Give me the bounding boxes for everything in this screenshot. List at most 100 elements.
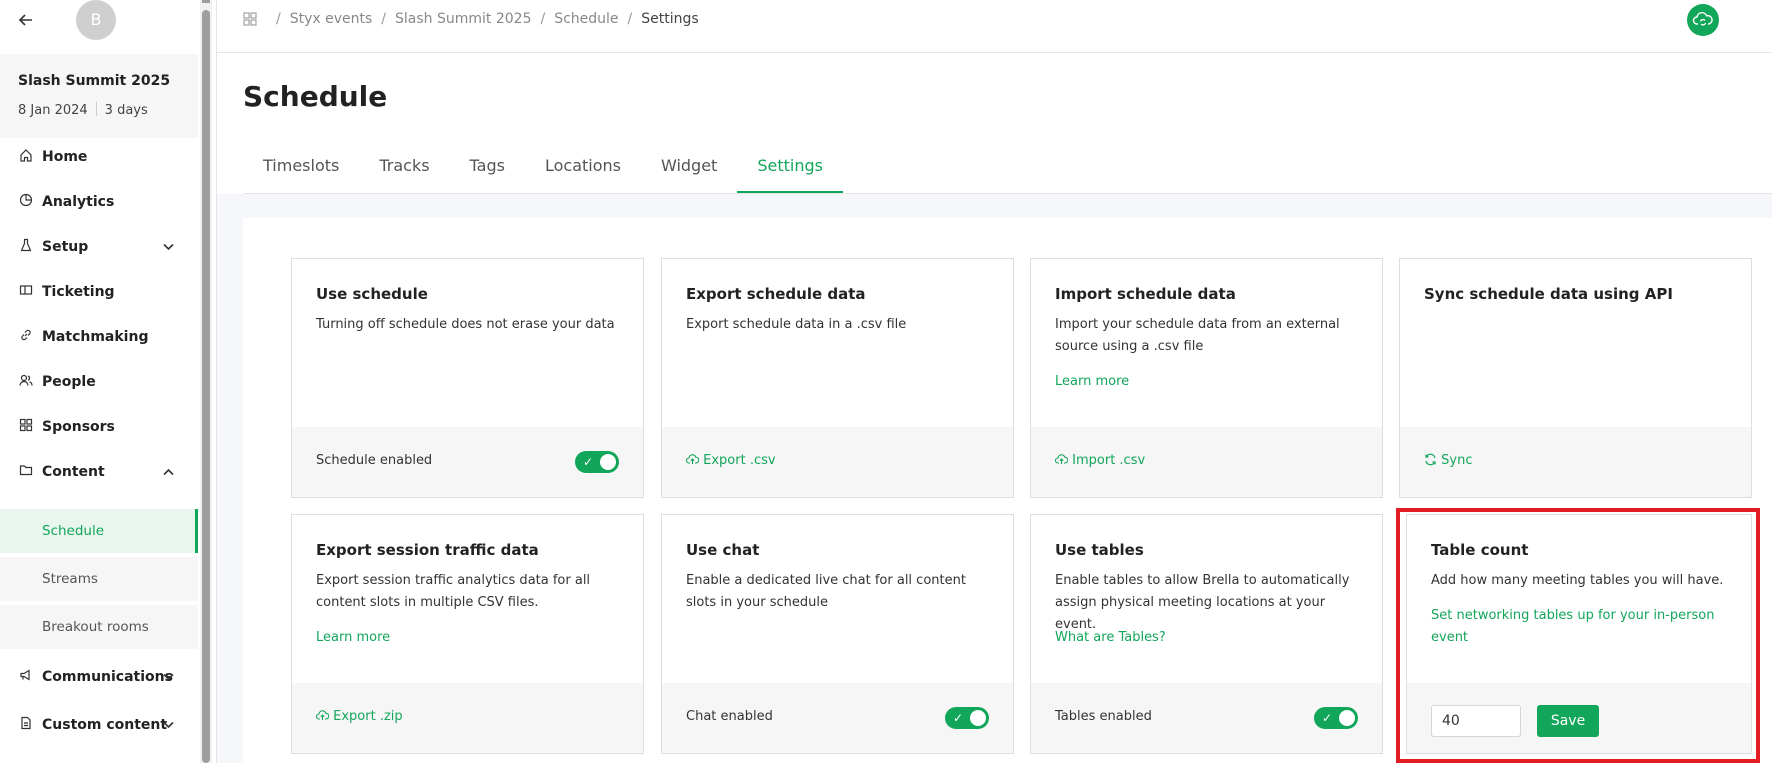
flask-icon (18, 238, 34, 256)
sidebar-item-label: Content (42, 464, 105, 480)
sidebar-scrollbar[interactable] (200, 0, 212, 763)
toggle-knob (1339, 710, 1355, 726)
card-description: Import your schedule data from an extern… (1055, 317, 1340, 354)
save-button[interactable]: Save (1537, 705, 1599, 737)
card-import-schedule: Import schedule data Import your schedul… (1030, 258, 1383, 498)
avatar[interactable]: B (76, 0, 116, 40)
breadcrumb-item[interactable]: Slash Summit 2025 (395, 11, 531, 27)
chevron-down-icon[interactable] (163, 719, 174, 732)
cloud-upload-icon (1054, 453, 1069, 468)
sidebar-item-custom-content[interactable]: Custom content (0, 703, 198, 747)
card-footer: Export .csv (662, 427, 1013, 497)
sync-link[interactable]: Sync (1424, 453, 1472, 468)
scroll-up-arrow[interactable] (202, 0, 210, 3)
chevron-down-icon[interactable] (163, 671, 174, 684)
table-count-input[interactable] (1431, 705, 1521, 737)
breadcrumb-item[interactable]: Schedule (554, 11, 618, 27)
sidebar-item-ticketing[interactable]: Ticketing (0, 270, 198, 314)
document-icon (18, 716, 34, 734)
chevron-down-icon[interactable] (163, 241, 174, 254)
card-use-chat: Use chat Enable a dedicated live chat fo… (661, 514, 1014, 754)
card-table-count: Table count Add how many meeting tables … (1406, 514, 1752, 754)
sidebar-item-label: Analytics (42, 194, 115, 210)
sidebar-item-label: Setup (42, 239, 89, 255)
link-label: Sync (1441, 453, 1473, 468)
sidebar-item-sponsors[interactable]: Sponsors (0, 405, 198, 449)
schedule-enabled-toggle[interactable]: ✓ (575, 451, 619, 473)
chevron-up-icon[interactable] (163, 466, 174, 479)
sidebar-item-setup[interactable]: Setup (0, 225, 198, 269)
sidebar-subitem-label: Streams (42, 571, 98, 587)
cloud-sync-button[interactable] (1687, 4, 1719, 36)
import-csv-link[interactable]: Import .csv (1054, 453, 1145, 468)
card-footer: Tables enabled ✓ (1031, 683, 1382, 753)
card-description: Turning off schedule does not erase your… (316, 317, 615, 332)
card-title: Use tables (1055, 541, 1144, 559)
card-footer: Chat enabled ✓ (662, 683, 1013, 753)
export-zip-link[interactable]: Export .zip (315, 709, 403, 724)
sidebar-item-people[interactable]: People (0, 360, 198, 404)
card-title: Export session traffic data (316, 541, 539, 559)
event-date: 8 Jan 2024 (18, 103, 88, 118)
card-title: Table count (1431, 541, 1529, 559)
sidebar-item-label: Home (42, 149, 88, 165)
toggle-label: Tables enabled (1055, 709, 1152, 724)
export-csv-link[interactable]: Export .csv (685, 453, 776, 468)
back-arrow-icon[interactable] (16, 10, 36, 30)
tab-tracks[interactable]: Tracks (359, 140, 449, 193)
sidebar-item-label: Communications (42, 669, 173, 685)
sidebar-item-matchmaking[interactable]: Matchmaking (0, 315, 198, 359)
card-footer: Export .zip (292, 683, 643, 753)
what-are-tables-link[interactable]: What are Tables? (1055, 630, 1166, 645)
sidebar-item-home[interactable]: Home (0, 135, 198, 179)
meta-divider (95, 102, 97, 116)
toggle-label: Chat enabled (686, 709, 773, 724)
breadcrumb-separator: / (627, 11, 633, 27)
ticket-icon (18, 283, 34, 301)
tab-widget[interactable]: Widget (641, 140, 737, 193)
scrollbar-thumb[interactable] (202, 10, 210, 763)
event-info: Slash Summit 2025 8 Jan 2024 3 days (0, 54, 198, 138)
event-duration: 3 days (104, 103, 148, 118)
tab-timeslots[interactable]: Timeslots (243, 140, 359, 193)
tables-enabled-toggle[interactable]: ✓ (1314, 707, 1358, 729)
tab-settings[interactable]: Settings (737, 140, 843, 193)
sidebar-subitem-schedule[interactable]: Schedule (0, 509, 198, 553)
link-icon (18, 328, 34, 346)
card-description: Enable a dedicated live chat for all con… (686, 573, 966, 610)
check-icon: ✓ (583, 455, 594, 469)
card-title: Import schedule data (1055, 285, 1236, 303)
learn-more-link[interactable]: Learn more (316, 630, 390, 645)
sidebar-header: B (0, 0, 198, 40)
pie-chart-icon (18, 193, 34, 211)
tab-locations[interactable]: Locations (525, 140, 641, 193)
learn-more-link[interactable]: Learn more (1055, 374, 1129, 389)
networking-tables-link[interactable]: Set networking tables up for your in-per… (1431, 605, 1721, 649)
card-footer: Save (1407, 683, 1751, 753)
sidebar-item-label: Ticketing (42, 284, 115, 300)
toggle-label: Schedule enabled (316, 453, 433, 468)
event-name: Slash Summit 2025 (18, 73, 171, 89)
sidebar-item-label: Sponsors (42, 419, 115, 435)
card-use-schedule: Use schedule Turning off schedule does n… (291, 258, 644, 498)
sidebar-item-analytics[interactable]: Analytics (0, 180, 198, 224)
refresh-icon (1424, 453, 1437, 468)
card-footer: Schedule enabled ✓ (292, 427, 643, 497)
cloud-upload-icon (685, 453, 700, 468)
breadcrumb-separator: / (381, 11, 387, 27)
apps-grid-icon[interactable] (243, 12, 257, 26)
chat-enabled-toggle[interactable]: ✓ (945, 707, 989, 729)
breadcrumb-item[interactable]: Styx events (290, 11, 373, 27)
sidebar-subitem-streams[interactable]: Streams (0, 557, 198, 601)
link-label: Export .zip (333, 709, 403, 724)
sidebar-subitem-breakout-rooms[interactable]: Breakout rooms (0, 605, 198, 649)
sidebar-item-content[interactable]: Content (0, 450, 198, 494)
card-footer: Sync (1400, 427, 1751, 497)
card-title: Use chat (686, 541, 760, 559)
sidebar: B Slash Summit 2025 8 Jan 2024 3 days Hom… (0, 0, 198, 763)
card-description: Export session traffic analytics data fo… (316, 573, 591, 610)
tab-tags[interactable]: Tags (450, 140, 525, 193)
sidebar-item-communications[interactable]: Communications (0, 655, 198, 699)
grid-icon (18, 418, 34, 436)
event-meta: 8 Jan 2024 3 days (18, 102, 148, 118)
